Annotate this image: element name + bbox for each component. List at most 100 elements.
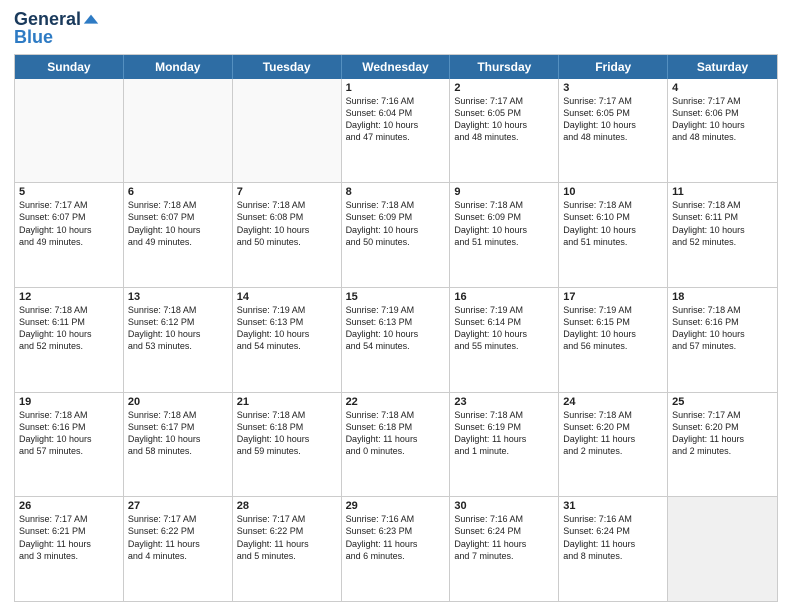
calendar-cell-week4-day1: 19Sunrise: 7:18 AM Sunset: 6:16 PM Dayli…: [15, 393, 124, 497]
day-number: 13: [128, 291, 228, 303]
calendar-cell-week2-day7: 11Sunrise: 7:18 AM Sunset: 6:11 PM Dayli…: [668, 183, 777, 287]
cell-info: Sunrise: 7:18 AM Sunset: 6:12 PM Dayligh…: [128, 304, 228, 353]
cell-info: Sunrise: 7:18 AM Sunset: 6:11 PM Dayligh…: [19, 304, 119, 353]
calendar-cell-week5-day5: 30Sunrise: 7:16 AM Sunset: 6:24 PM Dayli…: [450, 497, 559, 601]
day-number: 28: [237, 500, 337, 512]
cell-info: Sunrise: 7:18 AM Sunset: 6:09 PM Dayligh…: [346, 199, 446, 248]
day-number: 23: [454, 396, 554, 408]
cell-info: Sunrise: 7:18 AM Sunset: 6:07 PM Dayligh…: [128, 199, 228, 248]
cell-info: Sunrise: 7:17 AM Sunset: 6:22 PM Dayligh…: [237, 513, 337, 562]
day-number: 1: [346, 82, 446, 94]
calendar-week-1: 1Sunrise: 7:16 AM Sunset: 6:04 PM Daylig…: [15, 79, 777, 183]
calendar-week-5: 26Sunrise: 7:17 AM Sunset: 6:21 PM Dayli…: [15, 496, 777, 601]
day-number: 27: [128, 500, 228, 512]
cell-info: Sunrise: 7:18 AM Sunset: 6:18 PM Dayligh…: [237, 409, 337, 458]
day-number: 6: [128, 186, 228, 198]
cell-info: Sunrise: 7:18 AM Sunset: 6:18 PM Dayligh…: [346, 409, 446, 458]
cell-info: Sunrise: 7:17 AM Sunset: 6:20 PM Dayligh…: [672, 409, 773, 458]
calendar: SundayMondayTuesdayWednesdayThursdayFrid…: [14, 54, 778, 602]
calendar-cell-week1-day2: [124, 79, 233, 183]
day-number: 22: [346, 396, 446, 408]
calendar-week-2: 5Sunrise: 7:17 AM Sunset: 6:07 PM Daylig…: [15, 182, 777, 287]
cell-info: Sunrise: 7:17 AM Sunset: 6:22 PM Dayligh…: [128, 513, 228, 562]
day-number: 9: [454, 186, 554, 198]
day-number: 11: [672, 186, 773, 198]
calendar-cell-week3-day4: 15Sunrise: 7:19 AM Sunset: 6:13 PM Dayli…: [342, 288, 451, 392]
day-number: 10: [563, 186, 663, 198]
cell-info: Sunrise: 7:18 AM Sunset: 6:10 PM Dayligh…: [563, 199, 663, 248]
day-number: 15: [346, 291, 446, 303]
cell-info: Sunrise: 7:17 AM Sunset: 6:05 PM Dayligh…: [454, 95, 554, 144]
day-number: 26: [19, 500, 119, 512]
day-number: 20: [128, 396, 228, 408]
cell-info: Sunrise: 7:18 AM Sunset: 6:11 PM Dayligh…: [672, 199, 773, 248]
calendar-cell-week5-day3: 28Sunrise: 7:17 AM Sunset: 6:22 PM Dayli…: [233, 497, 342, 601]
calendar-cell-week3-day5: 16Sunrise: 7:19 AM Sunset: 6:14 PM Dayli…: [450, 288, 559, 392]
calendar-cell-week4-day7: 25Sunrise: 7:17 AM Sunset: 6:20 PM Dayli…: [668, 393, 777, 497]
calendar-cell-week3-day7: 18Sunrise: 7:18 AM Sunset: 6:16 PM Dayli…: [668, 288, 777, 392]
calendar-cell-week4-day4: 22Sunrise: 7:18 AM Sunset: 6:18 PM Dayli…: [342, 393, 451, 497]
calendar-body: 1Sunrise: 7:16 AM Sunset: 6:04 PM Daylig…: [15, 79, 777, 601]
cell-info: Sunrise: 7:18 AM Sunset: 6:09 PM Dayligh…: [454, 199, 554, 248]
day-number: 24: [563, 396, 663, 408]
cell-info: Sunrise: 7:17 AM Sunset: 6:21 PM Dayligh…: [19, 513, 119, 562]
day-number: 7: [237, 186, 337, 198]
calendar-cell-week5-day2: 27Sunrise: 7:17 AM Sunset: 6:22 PM Dayli…: [124, 497, 233, 601]
calendar-cell-week4-day3: 21Sunrise: 7:18 AM Sunset: 6:18 PM Dayli…: [233, 393, 342, 497]
calendar-cell-week3-day2: 13Sunrise: 7:18 AM Sunset: 6:12 PM Dayli…: [124, 288, 233, 392]
day-number: 8: [346, 186, 446, 198]
header-day-wednesday: Wednesday: [342, 55, 451, 79]
header-day-thursday: Thursday: [450, 55, 559, 79]
logo-icon: [82, 11, 100, 29]
day-number: 25: [672, 396, 773, 408]
header-day-sunday: Sunday: [15, 55, 124, 79]
cell-info: Sunrise: 7:17 AM Sunset: 6:05 PM Dayligh…: [563, 95, 663, 144]
cell-info: Sunrise: 7:19 AM Sunset: 6:13 PM Dayligh…: [237, 304, 337, 353]
calendar-week-3: 12Sunrise: 7:18 AM Sunset: 6:11 PM Dayli…: [15, 287, 777, 392]
day-number: 18: [672, 291, 773, 303]
cell-info: Sunrise: 7:17 AM Sunset: 6:06 PM Dayligh…: [672, 95, 773, 144]
calendar-cell-week2-day5: 9Sunrise: 7:18 AM Sunset: 6:09 PM Daylig…: [450, 183, 559, 287]
calendar-cell-week3-day6: 17Sunrise: 7:19 AM Sunset: 6:15 PM Dayli…: [559, 288, 668, 392]
day-number: 29: [346, 500, 446, 512]
day-number: 31: [563, 500, 663, 512]
calendar-cell-week1-day7: 4Sunrise: 7:17 AM Sunset: 6:06 PM Daylig…: [668, 79, 777, 183]
day-number: 12: [19, 291, 119, 303]
day-number: 14: [237, 291, 337, 303]
calendar-cell-week3-day3: 14Sunrise: 7:19 AM Sunset: 6:13 PM Dayli…: [233, 288, 342, 392]
calendar-cell-week1-day1: [15, 79, 124, 183]
day-number: 17: [563, 291, 663, 303]
header: General Blue: [14, 10, 778, 48]
calendar-cell-week5-day7: [668, 497, 777, 601]
calendar-cell-week5-day6: 31Sunrise: 7:16 AM Sunset: 6:24 PM Dayli…: [559, 497, 668, 601]
day-number: 21: [237, 396, 337, 408]
calendar-cell-week2-day1: 5Sunrise: 7:17 AM Sunset: 6:07 PM Daylig…: [15, 183, 124, 287]
page: General Blue SundayMondayTuesdayWednesda…: [0, 0, 792, 612]
day-number: 4: [672, 82, 773, 94]
logo: General Blue: [14, 10, 100, 48]
calendar-cell-week2-day6: 10Sunrise: 7:18 AM Sunset: 6:10 PM Dayli…: [559, 183, 668, 287]
cell-info: Sunrise: 7:18 AM Sunset: 6:08 PM Dayligh…: [237, 199, 337, 248]
header-day-friday: Friday: [559, 55, 668, 79]
day-number: 2: [454, 82, 554, 94]
calendar-week-4: 19Sunrise: 7:18 AM Sunset: 6:16 PM Dayli…: [15, 392, 777, 497]
day-number: 30: [454, 500, 554, 512]
cell-info: Sunrise: 7:16 AM Sunset: 6:23 PM Dayligh…: [346, 513, 446, 562]
calendar-cell-week1-day5: 2Sunrise: 7:17 AM Sunset: 6:05 PM Daylig…: [450, 79, 559, 183]
calendar-cell-week5-day1: 26Sunrise: 7:17 AM Sunset: 6:21 PM Dayli…: [15, 497, 124, 601]
day-number: 19: [19, 396, 119, 408]
calendar-cell-week2-day2: 6Sunrise: 7:18 AM Sunset: 6:07 PM Daylig…: [124, 183, 233, 287]
header-day-tuesday: Tuesday: [233, 55, 342, 79]
header-day-monday: Monday: [124, 55, 233, 79]
cell-info: Sunrise: 7:16 AM Sunset: 6:24 PM Dayligh…: [563, 513, 663, 562]
calendar-header: SundayMondayTuesdayWednesdayThursdayFrid…: [15, 55, 777, 79]
cell-info: Sunrise: 7:16 AM Sunset: 6:24 PM Dayligh…: [454, 513, 554, 562]
cell-info: Sunrise: 7:18 AM Sunset: 6:19 PM Dayligh…: [454, 409, 554, 458]
calendar-cell-week1-day6: 3Sunrise: 7:17 AM Sunset: 6:05 PM Daylig…: [559, 79, 668, 183]
day-number: 3: [563, 82, 663, 94]
calendar-cell-week1-day3: [233, 79, 342, 183]
cell-info: Sunrise: 7:19 AM Sunset: 6:15 PM Dayligh…: [563, 304, 663, 353]
calendar-cell-week4-day2: 20Sunrise: 7:18 AM Sunset: 6:17 PM Dayli…: [124, 393, 233, 497]
day-number: 5: [19, 186, 119, 198]
cell-info: Sunrise: 7:18 AM Sunset: 6:20 PM Dayligh…: [563, 409, 663, 458]
